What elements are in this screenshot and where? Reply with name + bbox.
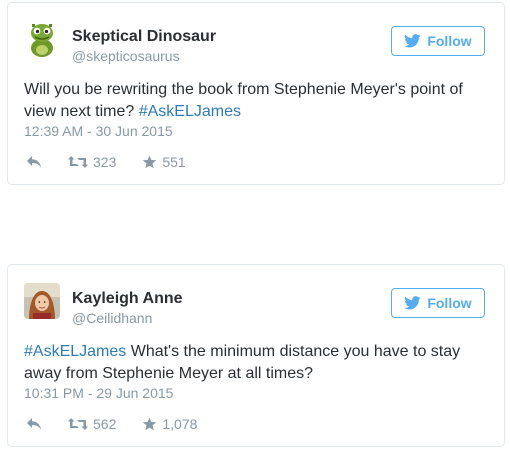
retweet-icon	[68, 418, 88, 430]
favorite-button[interactable]: 1,078	[142, 416, 197, 432]
author-name[interactable]: Skeptical Dinosaur	[72, 28, 216, 46]
tweet-actions: 323 551	[26, 153, 186, 171]
hashtag-link[interactable]: #AskELJames	[139, 103, 241, 120]
favorite-count: 551	[162, 154, 186, 170]
dinosaur-avatar-icon	[24, 21, 60, 57]
favorite-button[interactable]: 551	[142, 154, 186, 170]
reply-icon	[27, 418, 41, 430]
tweet-timestamp[interactable]: 10:31 PM - 29 Jun 2015	[24, 385, 173, 401]
avatar[interactable]	[24, 283, 60, 319]
tweet-timestamp[interactable]: 12:39 AM - 30 Jun 2015	[24, 123, 173, 139]
tweet-card: Kayleigh Anne @Ceilidhann Follow #AskELJ…	[7, 264, 505, 447]
reply-button[interactable]	[26, 155, 42, 169]
retweet-count: 323	[93, 154, 117, 170]
avatar[interactable]	[24, 21, 60, 57]
hashtag-link[interactable]: #AskELJames	[24, 343, 126, 360]
reply-button[interactable]	[26, 417, 42, 431]
favorite-count: 1,078	[162, 416, 198, 432]
author-name[interactable]: Kayleigh Anne	[72, 290, 183, 308]
tweet-card: Skeptical Dinosaur @skepticosaurus Follo…	[7, 2, 505, 185]
star-icon	[143, 417, 157, 431]
follow-button[interactable]: Follow	[391, 26, 485, 56]
tweet-text: #AskELJames What's the minimum distance …	[24, 341, 490, 385]
follow-label: Follow	[427, 295, 472, 311]
twitter-bird-icon	[404, 34, 421, 48]
author-handle[interactable]: @skepticosaurus	[72, 48, 180, 64]
star-icon	[143, 155, 157, 169]
twitter-bird-icon	[404, 296, 421, 310]
retweet-count: 562	[93, 416, 117, 432]
follow-button[interactable]: Follow	[391, 288, 485, 318]
retweet-button[interactable]: 323	[68, 154, 116, 170]
author-handle[interactable]: @Ceilidhann	[72, 310, 152, 326]
tweet-text: Will you be rewriting the book from Step…	[24, 79, 490, 123]
retweet-icon	[68, 156, 88, 168]
retweet-button[interactable]: 562	[68, 416, 116, 432]
reply-icon	[27, 156, 41, 168]
follow-label: Follow	[427, 33, 472, 49]
person-photo-avatar-icon	[24, 283, 60, 319]
tweet-actions: 562 1,078	[26, 415, 197, 433]
tweet-text-body: Will you be rewriting the book from Step…	[24, 81, 463, 120]
